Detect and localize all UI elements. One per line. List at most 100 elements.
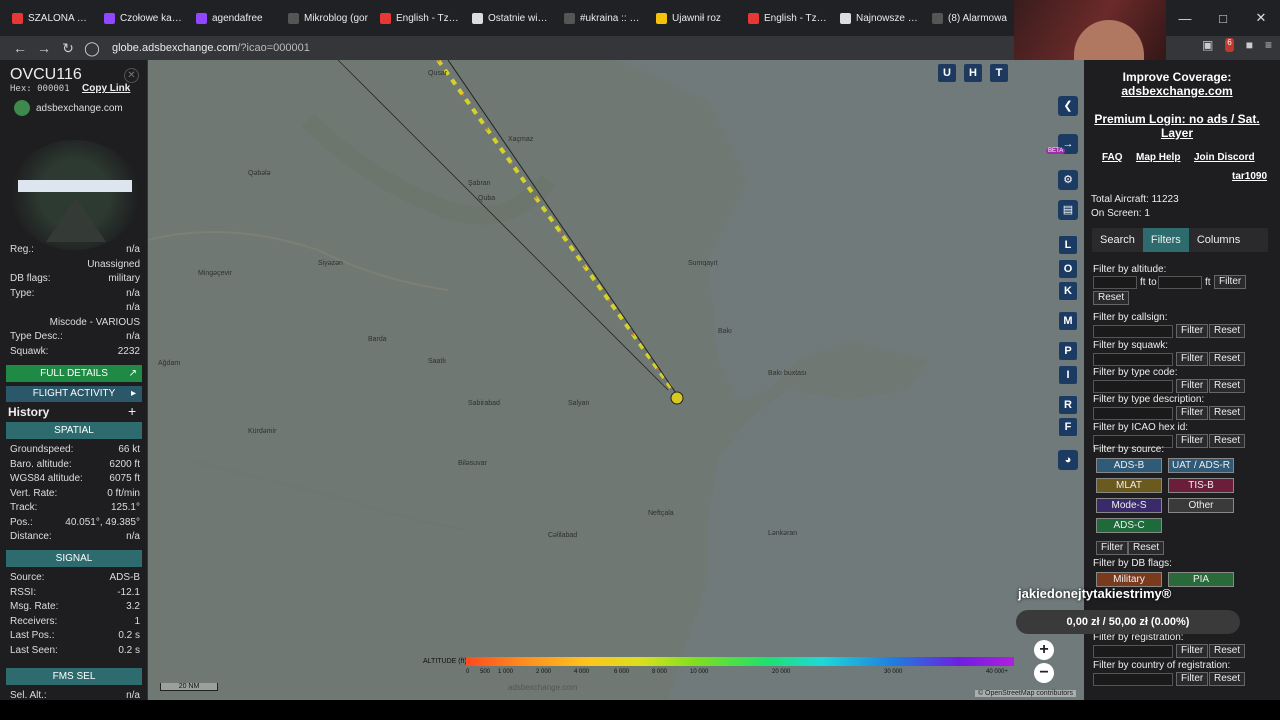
browser-tab[interactable]: SZALONA WTO <box>6 4 98 32</box>
source-chip[interactable]: ADS-B <box>1096 458 1162 473</box>
browser-tab[interactable]: English - Tzofar <box>742 4 834 32</box>
toggle-h-button[interactable]: H <box>964 64 982 82</box>
filter-label: Filter by callsign: <box>1093 312 1168 323</box>
source-chip[interactable]: UAT / ADS-R <box>1168 458 1234 473</box>
join-discord-link[interactable]: Join Discord <box>1194 152 1255 163</box>
tab-columns[interactable]: Columns <box>1189 228 1248 252</box>
source-reset-button[interactable]: Reset <box>1128 541 1165 555</box>
forward-icon[interactable]: → <box>32 40 56 56</box>
country-filter-button[interactable]: Filter <box>1176 672 1209 686</box>
filter-button[interactable]: Filter <box>1176 352 1209 366</box>
side-button-m[interactable]: M <box>1059 312 1077 330</box>
source-chip[interactable]: MLAT <box>1096 478 1162 493</box>
registration-reset-button[interactable]: Reset <box>1209 644 1246 658</box>
filter-input[interactable] <box>1093 380 1173 393</box>
source-chip[interactable]: Mode-S <box>1096 498 1162 513</box>
reset-button[interactable]: Reset <box>1209 406 1246 420</box>
side-button-f[interactable]: F <box>1059 418 1077 436</box>
settings-gear-icon[interactable]: ⚙ <box>1058 170 1078 190</box>
improve-coverage-link[interactable]: adsbexchange.com <box>1084 84 1270 98</box>
filter-button[interactable]: Filter <box>1176 379 1209 393</box>
map-help-link[interactable]: Map Help <box>1136 152 1180 163</box>
tar1090-link[interactable]: tar1090 <box>1232 171 1267 182</box>
browser-tab[interactable]: #ukraina :: Wyk <box>558 4 650 32</box>
fms-section[interactable]: FMS SEL <box>6 668 142 685</box>
layers-icon[interactable]: ▤ <box>1058 200 1078 220</box>
shield-icon[interactable]: ◯ <box>80 40 104 57</box>
side-button-k[interactable]: K <box>1059 282 1077 300</box>
collapse-panel-icon[interactable]: ❮ <box>1058 96 1078 116</box>
filter-button[interactable]: Filter <box>1176 324 1209 338</box>
browser-tab[interactable]: Czołowe kanały <box>98 4 190 32</box>
close-panel-icon[interactable]: ✕ <box>124 68 139 83</box>
tab-filters[interactable]: Filters <box>1142 228 1189 252</box>
profile-icon[interactable]: ■ <box>1246 38 1253 52</box>
premium-login-link[interactable]: Premium Login: no ads / Sat. Layer <box>1084 112 1270 140</box>
side-button-i[interactable]: I <box>1059 366 1077 384</box>
altitude-max-input[interactable] <box>1158 276 1202 289</box>
reset-button[interactable]: Reset <box>1209 324 1246 338</box>
reset-button[interactable]: Reset <box>1209 352 1246 366</box>
extension-icon[interactable]: ▣ <box>1202 38 1213 52</box>
filter-input[interactable] <box>1093 407 1173 420</box>
filter-button[interactable]: Filter <box>1176 434 1209 448</box>
plus-icon[interactable]: + <box>128 403 136 419</box>
browser-tab[interactable]: Mikroblog (gor <box>282 4 374 32</box>
copy-link[interactable]: Copy Link <box>82 83 130 94</box>
browser-tab[interactable]: (8) Alarmowa <box>926 4 1018 32</box>
zoom-out-button[interactable]: − <box>1034 663 1054 683</box>
db-flag-chip[interactable]: PIA <box>1168 572 1234 587</box>
faq-link[interactable]: FAQ <box>1102 152 1123 163</box>
altitude-filter-button[interactable]: Filter <box>1214 275 1247 289</box>
filter-input[interactable] <box>1093 325 1173 338</box>
reset-button[interactable]: Reset <box>1209 434 1246 448</box>
registration-filter-button[interactable]: Filter <box>1176 644 1209 658</box>
flight-activity-button[interactable]: FLIGHT ACTIVITY ▸ <box>6 386 142 402</box>
altitude-reset-button[interactable]: Reset <box>1093 291 1130 305</box>
spatial-section[interactable]: SPATIAL <box>6 422 142 439</box>
filter-button[interactable]: Filter <box>1176 406 1209 420</box>
toggle-u-button[interactable]: U <box>938 64 956 82</box>
close-icon[interactable]: ✕ <box>1242 0 1280 36</box>
source-chip[interactable]: ADS-C <box>1096 518 1162 533</box>
filter-input[interactable] <box>1093 353 1173 366</box>
country-reset-button[interactable]: Reset <box>1209 672 1246 686</box>
reload-icon[interactable]: ↻ <box>56 40 80 57</box>
browser-tab[interactable]: Ujawnił roz <box>650 4 742 32</box>
map-attribution[interactable]: © OpenStreetMap contributors <box>974 690 1076 697</box>
back-icon[interactable]: ← <box>8 40 32 56</box>
source-chip[interactable]: TIS-B <box>1168 478 1234 493</box>
maximize-icon[interactable]: □ <box>1204 0 1242 36</box>
extension-badge[interactable]: 6 <box>1225 38 1234 52</box>
browser-tab[interactable]: agendafree <box>190 4 282 32</box>
reset-button[interactable]: Reset <box>1209 379 1246 393</box>
brand-row[interactable]: adsbexchange.com <box>14 100 123 116</box>
row-value: 40.051°, 49.385° <box>65 516 140 528</box>
full-details-button[interactable]: FULL DETAILS ↗ <box>6 365 142 382</box>
replay-icon[interactable]: ◕ <box>1058 450 1078 470</box>
registration-input[interactable] <box>1093 645 1173 658</box>
altitude-tick: 40 000+ <box>986 669 1008 675</box>
altitude-min-input[interactable] <box>1093 276 1137 289</box>
minimize-icon[interactable]: — <box>1166 0 1204 36</box>
side-button-o[interactable]: O <box>1059 260 1077 278</box>
aircraft-marker-icon[interactable] <box>670 391 684 405</box>
menu-icon[interactable]: ≡ <box>1265 38 1272 52</box>
source-filter-button[interactable]: Filter <box>1096 541 1129 555</box>
url-field[interactable]: globe.adsbexchange.com/?icao=000001 <box>112 38 932 58</box>
source-chip[interactable]: Other <box>1168 498 1234 513</box>
browser-tab[interactable]: Najnowsze Iran <box>834 4 926 32</box>
tab-search[interactable]: Search <box>1092 228 1143 252</box>
map-view[interactable]: adsbexchange.com Qusar Xaçmaz Şabran Quba Qə… <box>148 60 1084 700</box>
signal-section[interactable]: SIGNAL <box>6 550 142 567</box>
side-button-r[interactable]: R <box>1059 396 1077 414</box>
side-button-l[interactable]: L <box>1059 236 1077 254</box>
side-button-p[interactable]: P <box>1059 342 1077 360</box>
db-flag-chip[interactable]: Military <box>1096 572 1162 587</box>
zoom-in-button[interactable]: + <box>1034 640 1054 660</box>
browser-tab[interactable]: English - Tzofar <box>374 4 466 32</box>
country-input[interactable] <box>1093 673 1173 686</box>
toggle-t-button[interactable]: T <box>990 64 1008 82</box>
history-heading[interactable]: History <box>8 405 49 419</box>
browser-tab[interactable]: Ostatnie wiado <box>466 4 558 32</box>
